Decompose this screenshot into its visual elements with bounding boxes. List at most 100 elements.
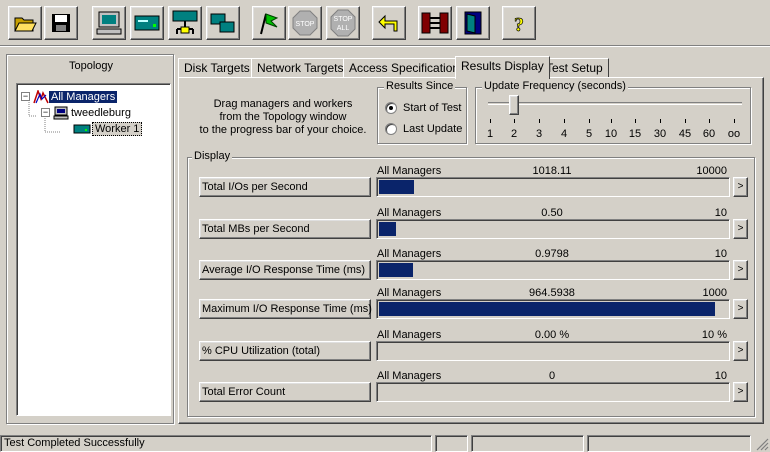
row-value: 964.5938 [529, 287, 575, 299]
row-source-label: All Managers [377, 248, 442, 260]
radio-start-of-test-label: Start of Test [403, 102, 462, 114]
tab-access-specifications[interactable]: Access Specifications [343, 58, 472, 78]
help-button[interactable]: ? [502, 6, 536, 40]
row-metric-button[interactable]: Maximum I/O Response Time (ms) [199, 299, 372, 319]
status-pane-4 [587, 435, 751, 452]
toolbar: STOP STOP ALL ? [0, 0, 770, 46]
slider-tick-label: 1 [486, 128, 494, 140]
slider-tick-mark [685, 119, 686, 123]
status-pane-3 [471, 435, 584, 452]
display-title: Display [192, 150, 233, 162]
row-value: 0 [548, 370, 556, 382]
stop-all-button[interactable]: STOP ALL [326, 6, 360, 40]
row-metric-button[interactable]: Average I/O Response Time (ms) [199, 260, 371, 280]
row-expand-button[interactable]: > [733, 341, 748, 361]
row-value: 0.9798 [535, 248, 569, 260]
resize-grip-icon[interactable] [755, 437, 769, 451]
save-button[interactable] [44, 6, 78, 40]
row-expand-button[interactable]: > [733, 219, 748, 239]
exit-button[interactable] [456, 6, 490, 40]
open-button[interactable] [8, 6, 42, 40]
reset-workers-button[interactable] [372, 6, 406, 40]
new-manager-button[interactable] [130, 6, 164, 40]
instruction-line-1: Drag managers and workers [213, 98, 353, 110]
row-value: 0.50 [541, 207, 563, 219]
slider-tick-mark [734, 119, 735, 123]
row-expand-button[interactable]: > [733, 299, 748, 319]
row-progress-bar[interactable] [376, 299, 730, 319]
manager-disk-icon [134, 15, 160, 31]
copy-worker-button[interactable] [206, 6, 240, 40]
row-max: 10 % [701, 329, 727, 341]
row-metric-button[interactable]: Total I/Os per Second [199, 177, 371, 197]
network-hub-icon [172, 10, 198, 34]
stop-all-icon: STOP ALL [330, 9, 356, 37]
new-network-worker-button[interactable] [168, 6, 202, 40]
tree-label-all-managers: All Managers [49, 90, 118, 103]
row-progress-bar[interactable] [376, 260, 730, 280]
tree-item-worker-1[interactable]: Worker 1 [73, 121, 143, 136]
slider-tick-mark [611, 119, 612, 123]
topology-panel: Topology − All Managers − tweedleburg Wo… [6, 54, 174, 424]
collapse-icon[interactable]: − [21, 92, 30, 101]
row-max: 10 [714, 207, 727, 219]
radio-last-update[interactable]: Last Update [385, 123, 462, 135]
slider-tick-label: 5 [585, 128, 593, 140]
row-max: 10000 [696, 165, 727, 177]
row-expand-button[interactable]: > [733, 382, 748, 402]
slider-tick-label: 45 [678, 128, 692, 140]
update-frequency-title: Update Frequency (seconds) [482, 80, 628, 92]
row-metric-button[interactable]: % CPU Utilization (total) [199, 341, 371, 361]
help-label: ? [514, 14, 524, 36]
row-expand-button[interactable]: > [733, 177, 748, 197]
slider-tick-label: 15 [628, 128, 642, 140]
slider-tick-mark [564, 119, 565, 123]
row-max: 1000 [702, 287, 727, 299]
row-progress-bar[interactable] [376, 341, 730, 361]
collapse-icon[interactable]: − [41, 108, 50, 117]
display-computer-icon [96, 11, 122, 35]
row-value: 1018.11 [532, 165, 572, 177]
tree-item-tweedleburg[interactable]: − tweedleburg [41, 105, 131, 120]
tree-item-all-managers[interactable]: − All Managers [21, 89, 118, 104]
row-metric-button[interactable]: Total Error Count [199, 382, 371, 402]
row-source-label: All Managers [377, 370, 442, 382]
stop-all-label-top: STOP [334, 16, 353, 23]
open-folder-icon [14, 17, 37, 32]
update-frequency-slider-thumb[interactable] [509, 95, 519, 115]
all-managers-icon [33, 89, 49, 103]
row-progress-bar[interactable] [376, 219, 730, 239]
tab-disk-targets[interactable]: Disk Targets [178, 58, 256, 78]
display-button[interactable] [92, 6, 126, 40]
row-expand-button[interactable]: > [733, 260, 748, 280]
disconnect-icon [421, 12, 449, 34]
radio-start-of-test[interactable]: Start of Test [385, 102, 462, 114]
tab-network-targets[interactable]: Network Targets [251, 58, 350, 78]
slider-tick-label: 10 [604, 128, 618, 140]
progress-fill [379, 302, 715, 316]
status-message: Test Completed Successfully [0, 435, 432, 452]
row-metric-button[interactable]: Total MBs per Second [199, 219, 371, 239]
topology-tree[interactable]: − All Managers − tweedleburg Worker 1 [16, 83, 171, 416]
slider-tick-label: oo [727, 128, 741, 140]
stop-icon: STOP [292, 10, 318, 36]
row-progress-bar[interactable] [376, 177, 730, 197]
results-since-title: Results Since [384, 80, 456, 92]
tree-label-tweedleburg: tweedleburg [71, 106, 131, 119]
drag-instructions: Drag managers and workers from the Topol… [193, 98, 373, 137]
tab-results-display[interactable]: Results Display [455, 56, 550, 79]
reset-arrow-icon [378, 14, 398, 32]
stop-all-label-bottom: ALL [337, 25, 350, 32]
results-since-group: Results Since [377, 80, 467, 144]
progress-fill [379, 222, 396, 236]
slider-tick-label: 30 [653, 128, 667, 140]
tab-test-setup[interactable]: Test Setup [540, 58, 609, 78]
row-progress-bar[interactable] [376, 382, 730, 402]
stop-button[interactable]: STOP [288, 6, 322, 40]
start-button[interactable] [252, 6, 286, 40]
disconnect-button[interactable] [418, 6, 452, 40]
slider-tick-mark [490, 119, 491, 123]
exit-door-icon [464, 11, 482, 35]
manager-computer-icon [53, 106, 69, 119]
update-frequency-track[interactable] [488, 102, 742, 105]
